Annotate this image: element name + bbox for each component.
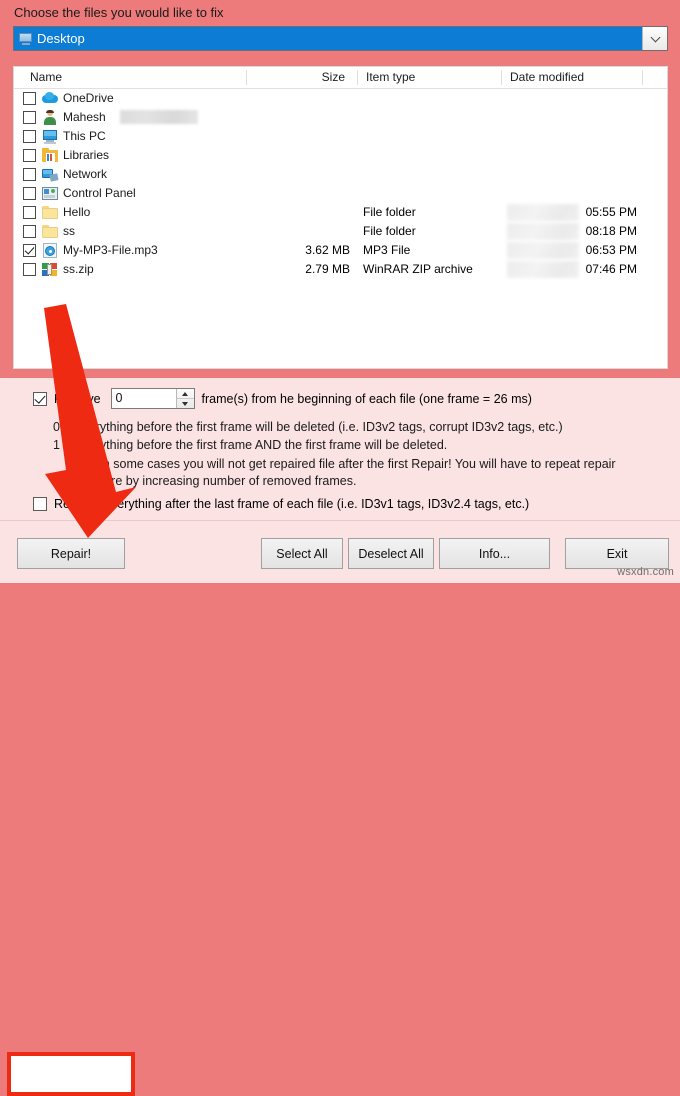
remove-after-last-checkbox[interactable]	[33, 497, 47, 511]
row-checkbox[interactable]	[23, 111, 36, 124]
folder-icon	[42, 224, 58, 239]
repair-highlight-annotation	[7, 1052, 135, 1096]
stepper-down-icon[interactable]	[176, 398, 194, 408]
info-button[interactable]: Info...	[439, 538, 550, 569]
control-panel-icon	[42, 186, 58, 201]
table-row[interactable]: ss.zip 2.79 MB WinRAR ZIP archive 07:46 PM	[14, 260, 667, 279]
row-checkbox[interactable]	[23, 187, 36, 200]
row-size: 3.62 MB	[305, 243, 350, 257]
redacted-text	[120, 110, 198, 124]
column-header-size[interactable]: Size	[246, 67, 351, 88]
mp3-repair-dialog: Choose the files you would like to fix D…	[0, 0, 680, 1096]
row-size: 2.79 MB	[305, 262, 350, 276]
table-row[interactable]: Mahesh	[14, 108, 667, 127]
path-combobox[interactable]: Desktop	[13, 26, 668, 51]
path-combobox-value: Desktop	[37, 31, 85, 46]
file-list-header: Name Size Item type Date modified	[14, 67, 667, 89]
table-row[interactable]: ss File folder 08:18 PM	[14, 222, 667, 241]
row-checkbox[interactable]	[23, 244, 36, 257]
row-name: Hello	[63, 205, 91, 219]
table-row[interactable]: Network	[14, 165, 667, 184]
zip-archive-icon	[42, 262, 58, 277]
stepper-up-icon[interactable]	[177, 389, 194, 398]
column-header-name[interactable]: Name	[24, 67, 234, 88]
onedrive-icon	[42, 91, 58, 106]
remove-frames-suffix: frame(s) from he beginning of each file …	[201, 391, 532, 406]
row-item-type: MP3 File	[363, 243, 411, 257]
hint-line-2: 1 = Everything before the first frame AN…	[53, 438, 448, 452]
select-all-button[interactable]: Select All	[261, 538, 343, 569]
row-date-modified: 06:53 PM	[585, 243, 637, 257]
deselect-all-button[interactable]: Deselect All	[348, 538, 434, 569]
file-list-panel[interactable]: Name Size Item type Date modified OneDri…	[13, 66, 668, 369]
row-name: ss	[63, 224, 75, 238]
hint-line-3: Note: In some cases you will not get rep…	[66, 457, 616, 488]
column-header-item-type[interactable]: Item type	[360, 67, 498, 88]
row-checkbox[interactable]	[23, 168, 36, 181]
remove-frames-checkbox[interactable]	[33, 391, 47, 406]
folder-icon	[42, 205, 58, 220]
table-row[interactable]: OneDrive	[14, 89, 667, 108]
row-name: Libraries	[63, 148, 110, 162]
row-checkbox[interactable]	[23, 263, 36, 276]
table-row[interactable]: This PC	[14, 127, 667, 146]
chevron-down-icon[interactable]	[642, 27, 667, 50]
hint-line-1: 0 = Everything before the first frame wi…	[53, 420, 563, 434]
frames-stepper[interactable]: 0	[110, 388, 195, 409]
dialog-button-bar: Repair! Select All Deselect All Info... …	[0, 520, 680, 1096]
row-name: My-MP3-File.mp3	[63, 243, 158, 257]
column-header-date-modified[interactable]: Date modified	[504, 67, 639, 88]
table-row[interactable]: Hello File folder 05:55 PM	[14, 203, 667, 222]
options-panel: Remove 0 frame(s) from he beginning of e…	[0, 378, 680, 520]
file-list-rows: OneDrive Mahesh This PC Libraries Network Con…	[14, 89, 667, 279]
row-name: OneDrive	[63, 91, 114, 105]
row-checkbox[interactable]	[23, 149, 36, 162]
remove-frames-label: Remove	[54, 391, 101, 406]
mp3-file-icon	[42, 243, 58, 258]
row-checkbox[interactable]	[23, 130, 36, 143]
watermark: wsxdn.com	[617, 566, 674, 578]
remove-after-last-option: Remove everything after the last frame o…	[33, 497, 529, 511]
row-checkbox[interactable]	[23, 225, 36, 238]
row-item-type: File folder	[363, 224, 416, 238]
exit-button[interactable]: Exit	[565, 538, 669, 569]
user-icon	[42, 110, 58, 125]
frames-stepper-buttons[interactable]	[175, 389, 194, 408]
repair-button[interactable]: Repair!	[17, 538, 125, 569]
path-combobox-field[interactable]: Desktop	[14, 27, 642, 50]
row-date-modified: 08:18 PM	[585, 224, 637, 238]
row-date-modified: 05:55 PM	[585, 205, 637, 219]
table-row[interactable]: My-MP3-File.mp3 3.62 MB MP3 File 06:53 PM	[14, 241, 667, 260]
row-item-type: File folder	[363, 205, 416, 219]
desktop-icon	[18, 32, 34, 46]
this-pc-icon	[42, 129, 58, 144]
row-item-type: WinRAR ZIP archive	[363, 262, 473, 276]
row-checkbox[interactable]	[23, 206, 36, 219]
row-name: Control Panel	[63, 186, 136, 200]
remove-after-last-label: Remove everything after the last frame o…	[54, 497, 530, 511]
row-name: This PC	[63, 129, 106, 143]
row-name: ss.zip	[63, 262, 94, 276]
libraries-icon	[42, 148, 58, 163]
row-name: Network	[63, 167, 108, 181]
row-name: Mahesh	[63, 110, 106, 124]
row-date-modified: 07:46 PM	[585, 262, 637, 276]
remove-frames-option: Remove 0 frame(s) from he beginning of e…	[33, 388, 532, 409]
frames-input[interactable]: 0	[112, 389, 176, 408]
table-row[interactable]: Libraries	[14, 146, 667, 165]
table-row[interactable]: Control Panel	[14, 184, 667, 203]
row-checkbox[interactable]	[23, 92, 36, 105]
network-icon	[42, 167, 59, 182]
page-title: Choose the files you would like to fix	[14, 5, 224, 20]
